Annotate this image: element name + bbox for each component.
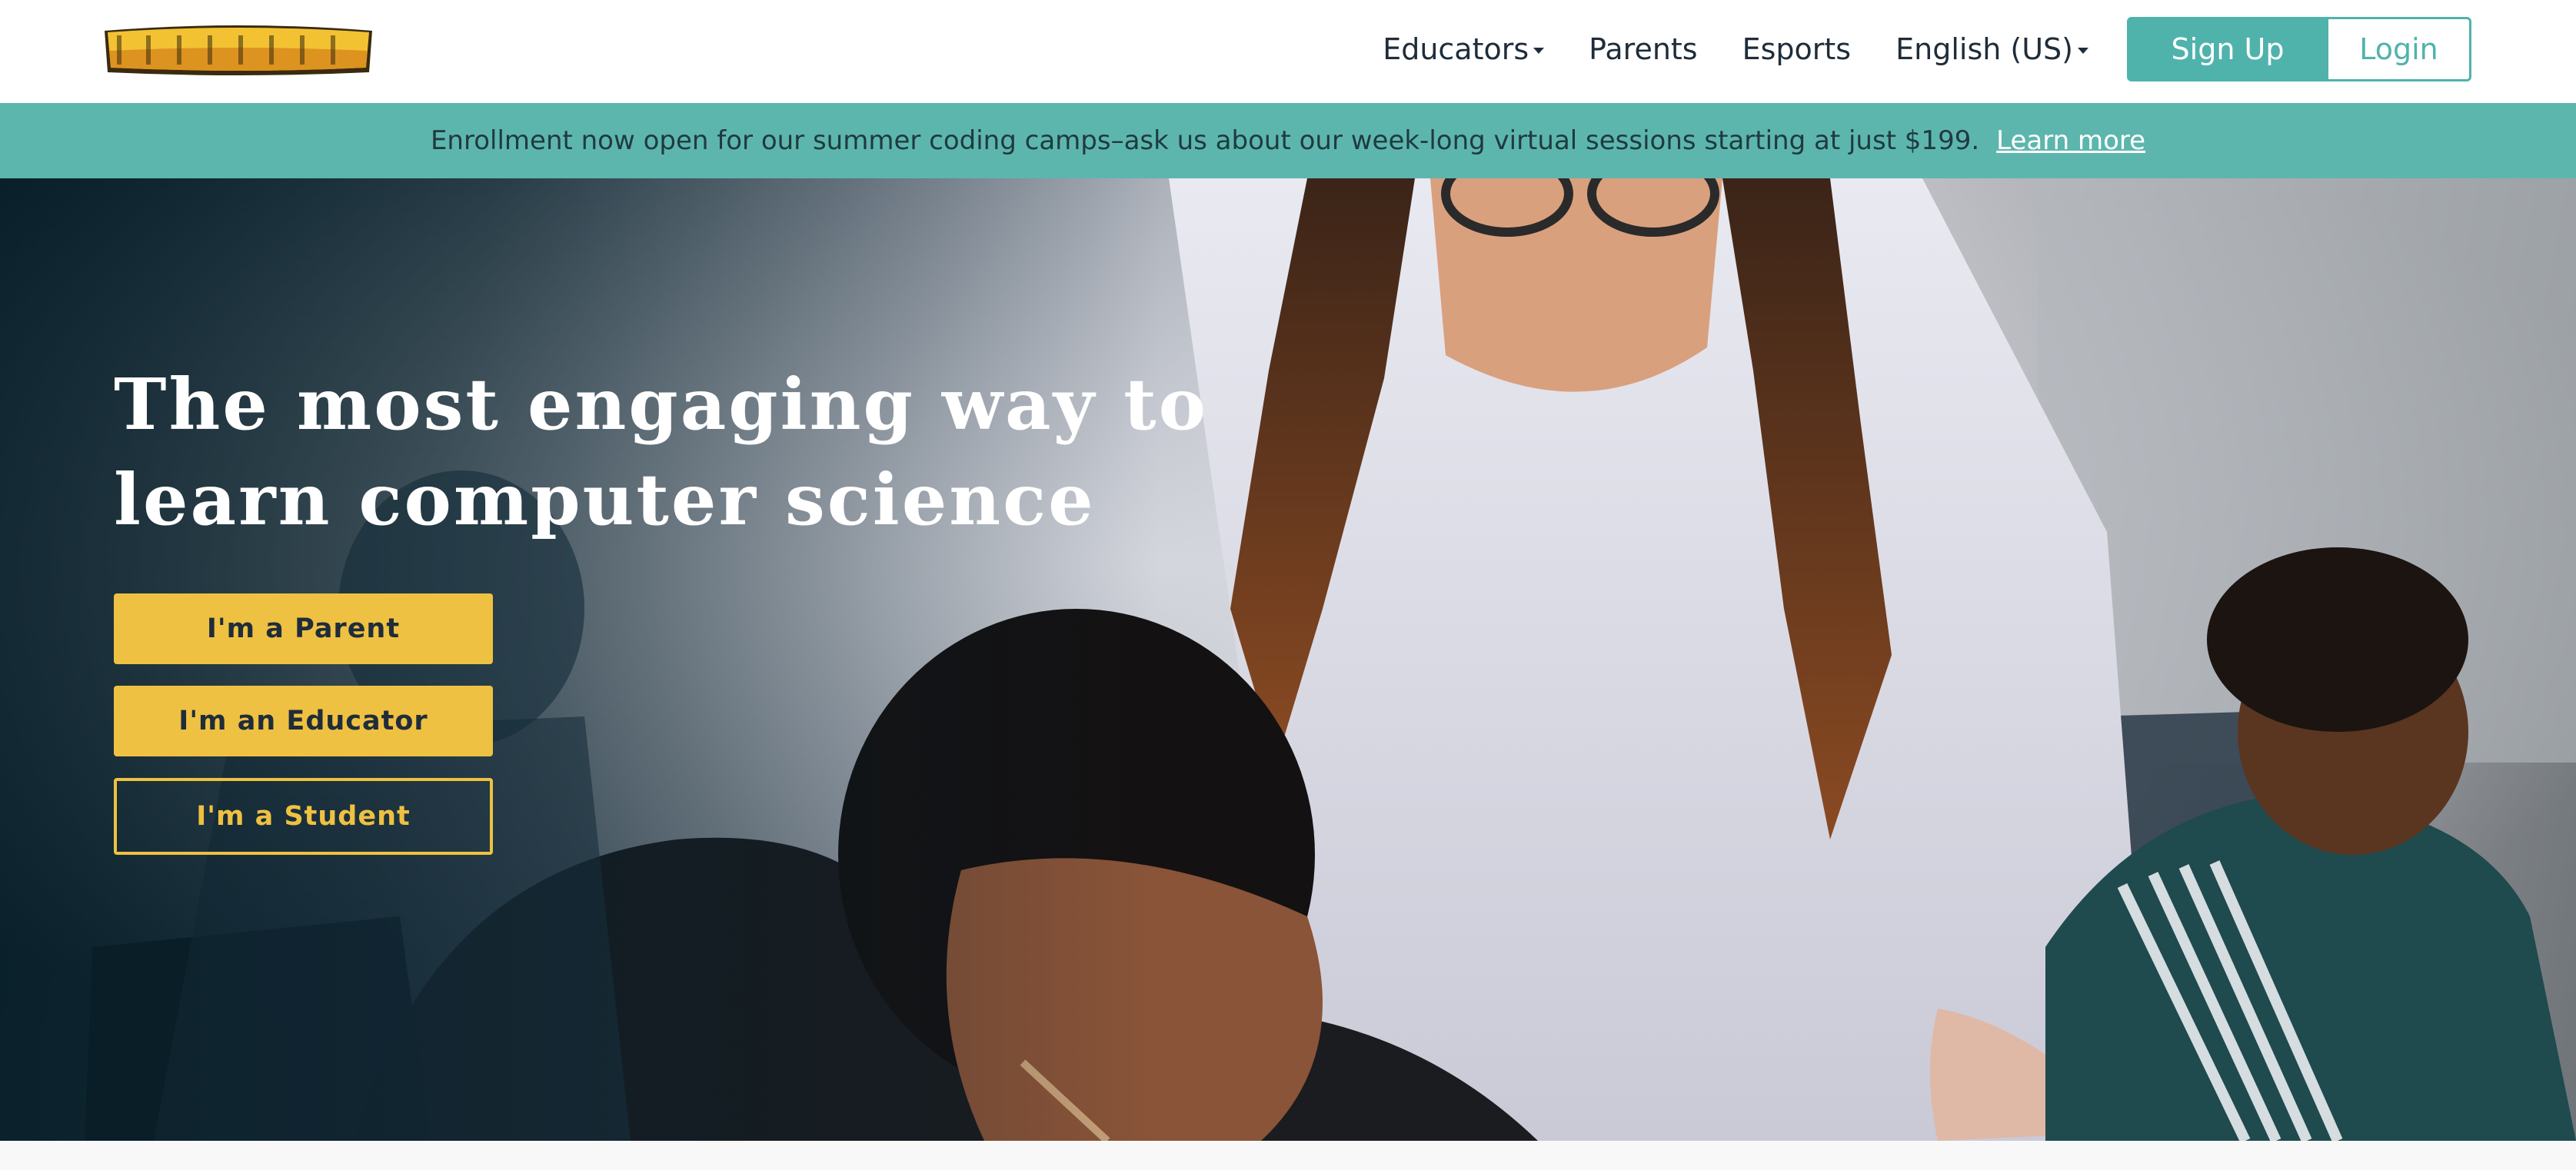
- nav-esports-link[interactable]: Esports: [1742, 32, 1852, 66]
- im-a-parent-button[interactable]: I'm a Parent: [114, 593, 493, 664]
- top-navbar: Educators Parents Esports English (US) S…: [0, 0, 2576, 103]
- signup-button[interactable]: Sign Up: [2127, 17, 2328, 81]
- im-an-educator-button[interactable]: I'm an Educator: [114, 686, 493, 756]
- banner-text: Enrollment now open for our summer codin…: [430, 125, 1980, 156]
- language-selector[interactable]: English (US): [1895, 32, 2088, 66]
- caret-down-icon: [1533, 48, 1545, 54]
- codecombat-logo-mark: [105, 25, 372, 75]
- hero-section: The most engaging way to learn computer …: [0, 178, 2576, 1141]
- nav-educators-dropdown[interactable]: Educators: [1383, 32, 1545, 66]
- nav-parents-link[interactable]: Parents: [1589, 32, 1697, 66]
- nav-educators-label: Educators: [1383, 32, 1529, 66]
- hero-title: The most engaging way to learn computer …: [114, 363, 1208, 541]
- announcement-banner: Enrollment now open for our summer codin…: [0, 103, 2576, 178]
- caret-down-icon: [2078, 48, 2088, 54]
- nav-esports-label: Esports: [1742, 32, 1852, 66]
- codecombat-logo[interactable]: [100, 17, 377, 80]
- page-bottom-strip: [0, 1141, 2576, 1170]
- nav-parents-label: Parents: [1589, 32, 1698, 66]
- auth-buttons: Sign Up Login: [2127, 17, 2471, 81]
- learn-more-link[interactable]: Learn more: [1996, 125, 2145, 156]
- language-label: English (US): [1895, 32, 2073, 66]
- im-a-student-button[interactable]: I'm a Student: [114, 778, 493, 855]
- main-nav: Educators Parents Esports English (US) S…: [1383, 17, 2471, 81]
- login-button[interactable]: Login: [2328, 17, 2471, 81]
